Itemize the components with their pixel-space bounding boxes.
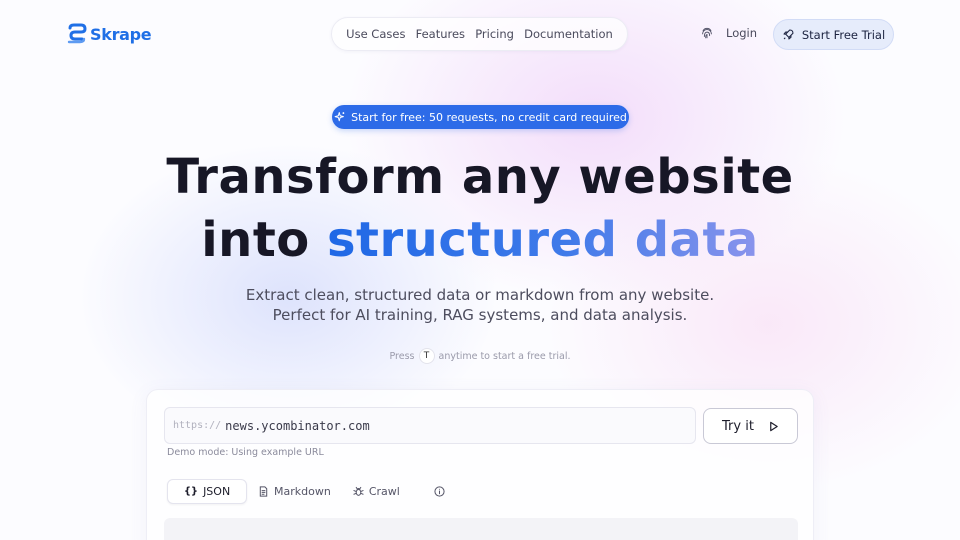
braces-icon: {} — [183, 486, 199, 497]
brand-logo[interactable]: Skrape — [66, 22, 152, 46]
login-label: Login — [726, 26, 758, 40]
info-button[interactable] — [423, 479, 456, 504]
url-input[interactable] — [225, 418, 686, 433]
keyboard-hint: Press T anytime to start a free trial. — [0, 348, 960, 364]
try-it-label: Try it — [722, 418, 754, 434]
headline-line-2: into structured data — [0, 209, 960, 272]
info-icon — [434, 486, 445, 497]
login-link[interactable]: Login — [700, 26, 757, 40]
url-prefix: https:// — [173, 420, 222, 431]
fingerprint-icon — [702, 27, 712, 39]
headline-line-2-prefix: into — [201, 212, 327, 268]
hero-headline: Transform any website into structured da… — [0, 146, 960, 272]
hint-text-after: anytime to start a free trial. — [438, 350, 571, 362]
tab-crawl-label: Crawl — [368, 485, 400, 498]
headline-highlight: structured data — [326, 212, 759, 268]
header: Skrape Use Cases Features Pricing Docume… — [0, 0, 960, 68]
start-free-trial-button[interactable]: Start Free Trial — [773, 19, 894, 50]
hint-text-before: Press — [389, 350, 415, 362]
url-field[interactable]: https:// — [164, 407, 696, 444]
subtitle-line-2: Perfect for AI training, RAG systems, an… — [272, 306, 688, 324]
document-icon — [259, 486, 268, 497]
bug-icon — [353, 486, 364, 496]
free-tier-badge[interactable]: Start for free: 50 requests, no credit c… — [332, 105, 629, 129]
nav-item-features[interactable]: Features — [416, 27, 465, 41]
brand-name: Skrape — [90, 24, 152, 44]
hero-subtitle: Extract clean, structured data or markdo… — [0, 285, 960, 325]
demo-mode-note: Demo mode: Using example URL — [167, 447, 324, 458]
main-nav: Use Cases Features Pricing Documentation — [331, 17, 628, 51]
badge-label: Start for free: 50 requests, no credit c… — [351, 110, 627, 124]
rocket-icon — [783, 29, 794, 40]
tab-crawl[interactable]: Crawl — [342, 479, 411, 504]
subtitle-line-1: Extract clean, structured data or markdo… — [245, 286, 715, 304]
start-free-trial-label: Start Free Trial — [801, 27, 886, 42]
demo-panel: https:// Try it Demo mode: Using example… — [146, 389, 814, 540]
output-tabs: {} JSON Markdown Crawl — [167, 479, 456, 504]
logo-icon — [67, 23, 87, 44]
try-it-button[interactable]: Try it — [703, 408, 798, 444]
headline-line-1: Transform any website — [166, 149, 794, 205]
output-preview — [164, 518, 798, 540]
tab-json-label: JSON — [203, 485, 231, 498]
hint-key: T — [418, 348, 435, 364]
sparkle-icon — [334, 112, 345, 122]
nav-item-use-cases[interactable]: Use Cases — [346, 27, 405, 41]
tab-markdown-label: Markdown — [274, 485, 331, 498]
nav-item-documentation[interactable]: Documentation — [524, 27, 613, 41]
tab-json[interactable]: {} JSON — [167, 479, 247, 504]
nav-item-pricing[interactable]: Pricing — [475, 27, 514, 41]
play-icon — [770, 421, 778, 431]
tab-markdown[interactable]: Markdown — [247, 479, 342, 504]
